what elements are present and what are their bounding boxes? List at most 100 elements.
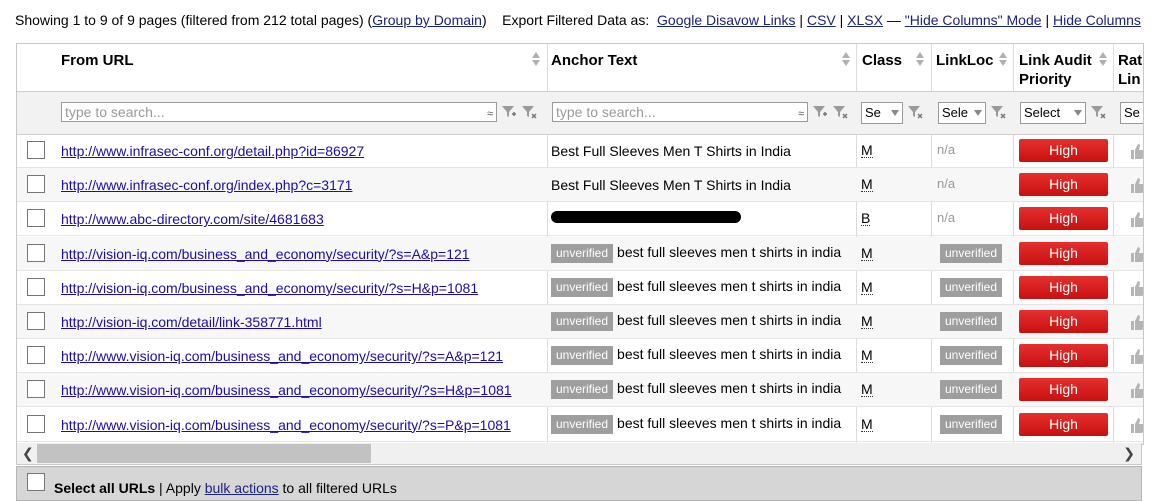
table-row: http://www.infrasec-conf.org/detail.php?…	[17, 134, 1143, 168]
header-rating[interactable]: Rat Lin	[1118, 44, 1143, 91]
sort-icon[interactable]	[916, 52, 924, 66]
anchor-text-cell: unverified best full sleeves men t shirts…	[551, 414, 842, 434]
filter-add-icon[interactable]	[812, 104, 828, 120]
header-anchor-text[interactable]: Anchor Text	[551, 44, 841, 91]
linkloc-filter-select[interactable]: Sele	[938, 102, 986, 124]
priority-high-button[interactable]: High	[1019, 241, 1108, 265]
class-value: M	[861, 381, 873, 398]
anchor-text: best full sleeves men t shirts in india	[617, 312, 842, 328]
from-url-link[interactable]: http://vision-iq.com/business_and_econom…	[61, 280, 478, 296]
separator: |	[1045, 12, 1050, 28]
filter-clear-icon[interactable]	[521, 104, 537, 120]
row-checkbox[interactable]	[27, 243, 45, 262]
scroll-left-icon[interactable]: ❮	[22, 445, 34, 462]
class-filter-select[interactable]: Se	[861, 102, 903, 124]
table-row: http://www.infrasec-conf.org/index.php?c…	[17, 168, 1144, 203]
csv-link[interactable]: CSV	[807, 12, 836, 28]
scrollbar-thumb[interactable]	[37, 444, 371, 463]
row-checkbox[interactable]	[27, 141, 45, 159]
priority-high-button[interactable]: High	[1019, 310, 1108, 333]
header-link-audit-priority[interactable]: Link Audit Priority	[1019, 44, 1101, 91]
row-checkbox[interactable]	[27, 380, 45, 399]
hide-columns-link[interactable]: Hide Columns	[1053, 12, 1141, 28]
header-linkloc[interactable]: LinkLoc	[936, 44, 1006, 91]
showing-text: Showing 1 to 9 of 9 pages (filtered from…	[15, 12, 373, 28]
chevron-down-icon	[1074, 110, 1082, 116]
unverified-badge: unverified	[551, 380, 614, 400]
filter-clear-icon[interactable]	[832, 104, 848, 120]
priority-high-button[interactable]: High	[1019, 207, 1108, 231]
scroll-right-icon[interactable]: ❯	[1123, 445, 1135, 462]
thumbs-up-icon[interactable]	[1129, 245, 1144, 263]
approx-icon[interactable]: ≈	[798, 105, 804, 121]
anchor-text: Best Full Sleeves Men T Shirts in India	[551, 177, 791, 194]
thumbs-up-icon[interactable]	[1129, 313, 1144, 331]
horizontal-scrollbar[interactable]: ❮ ❯	[16, 443, 1142, 465]
filter-clear-icon[interactable]	[990, 104, 1006, 120]
select-all-checkbox[interactable]	[27, 473, 45, 491]
filter-clear-icon[interactable]	[907, 104, 923, 120]
row-checkbox[interactable]	[27, 175, 45, 194]
sort-icon[interactable]	[842, 52, 850, 66]
table-row: http://vision-iq.com/business_and_econom…	[17, 271, 1143, 305]
thumbs-up-icon[interactable]	[1129, 381, 1144, 399]
rating-filter-select[interactable]: Se	[1120, 102, 1143, 124]
priority-high-button[interactable]: High	[1019, 139, 1108, 162]
anchor-text-cell: unverified best full sleeves men t shirts…	[551, 380, 841, 400]
approx-icon[interactable]: ≈	[487, 105, 493, 121]
thumbs-up-icon[interactable]	[1129, 279, 1144, 297]
class-value: B	[861, 210, 871, 227]
header-class[interactable]: Class	[862, 44, 922, 91]
class-value: M	[861, 176, 873, 193]
google-disavow-link[interactable]: Google Disavow Links	[657, 12, 796, 28]
anchor-text: best full sleeves men t shirts in india	[617, 414, 842, 431]
priority-high-button[interactable]: High	[1019, 378, 1108, 402]
from-url-link[interactable]: http://www.vision-iq.com/business_and_ec…	[61, 382, 512, 398]
sort-icon[interactable]	[1099, 52, 1107, 66]
unverified-badge: unverified	[940, 312, 1003, 331]
paren: )	[481, 12, 487, 28]
from-url-link[interactable]: http://www.abc-directory.com/site/468168…	[61, 211, 324, 227]
group-by-domain-link[interactable]: Group by Domain	[372, 12, 482, 28]
thumbs-up-icon[interactable]	[1129, 347, 1144, 365]
class-value: M	[861, 415, 873, 432]
filter-add-icon[interactable]	[501, 104, 517, 120]
search-placeholder: type to search...	[556, 104, 656, 120]
hide-columns-mode-link[interactable]: "Hide Columns" Mode	[905, 12, 1042, 28]
redacted-anchor-text	[551, 211, 741, 224]
from-url-link[interactable]: http://www.infrasec-conf.org/detail.php?…	[61, 143, 364, 159]
dash: —	[886, 12, 901, 28]
linkloc-cell: unverified	[940, 380, 1003, 400]
table-row: http://www.vision-iq.com/business_and_ec…	[17, 339, 1144, 374]
sort-icon[interactable]	[999, 52, 1007, 66]
select-value: Se	[1124, 105, 1140, 120]
row-checkbox[interactable]	[27, 414, 45, 433]
bulk-actions-link[interactable]: bulk actions	[205, 480, 279, 496]
priority-high-button[interactable]: High	[1019, 344, 1108, 368]
priority-filter-select[interactable]: Select	[1020, 102, 1086, 124]
from-url-link[interactable]: http://vision-iq.com/business_and_econom…	[61, 246, 470, 262]
from-url-link[interactable]: http://vision-iq.com/detail/link-358771.…	[61, 314, 322, 330]
anchor-text-search-input[interactable]: type to search... ≈	[552, 102, 808, 122]
from-url-link[interactable]: http://www.vision-iq.com/business_and_ec…	[61, 348, 503, 364]
filter-clear-icon[interactable]	[1090, 104, 1106, 120]
thumbs-up-icon[interactable]	[1129, 176, 1144, 194]
row-checkbox[interactable]	[27, 209, 45, 228]
row-checkbox[interactable]	[27, 346, 45, 365]
row-checkbox[interactable]	[27, 277, 45, 296]
thumbs-up-icon[interactable]	[1129, 142, 1144, 160]
from-url-link[interactable]: http://www.infrasec-conf.org/index.php?c…	[61, 177, 352, 193]
priority-high-button[interactable]: High	[1019, 173, 1108, 197]
from-url-link[interactable]: http://www.vision-iq.com/business_and_ec…	[61, 417, 511, 433]
priority-high-button[interactable]: High	[1019, 275, 1108, 299]
thumbs-up-icon[interactable]	[1129, 210, 1144, 228]
priority-high-button[interactable]: High	[1019, 412, 1108, 436]
sort-icon[interactable]	[532, 52, 540, 66]
thumbs-up-icon[interactable]	[1129, 416, 1144, 434]
xlsx-link[interactable]: XLSX	[847, 12, 883, 28]
row-checkbox[interactable]	[27, 312, 45, 330]
from-url-search-input[interactable]: type to search... ≈	[61, 102, 497, 122]
header-from-url[interactable]: From URL	[61, 44, 531, 91]
class-value: M	[861, 142, 873, 158]
table-row: http://www.vision-iq.com/business_and_ec…	[17, 408, 1143, 442]
